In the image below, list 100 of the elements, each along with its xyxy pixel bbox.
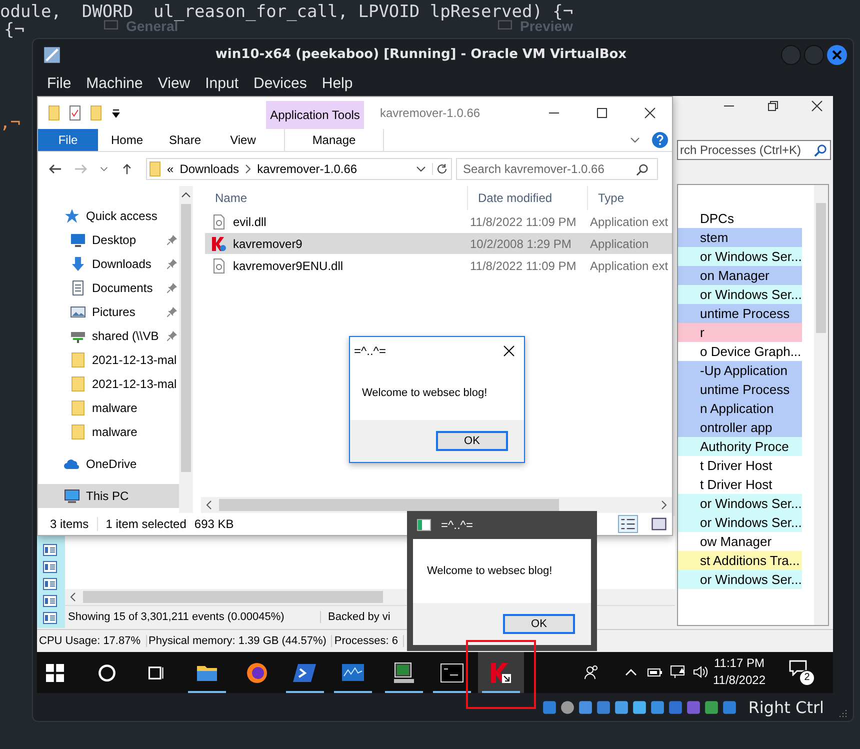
close-icon[interactable] [644, 107, 656, 119]
process-row[interactable]: or Windows Ser... [678, 285, 802, 304]
file-row[interactable]: kavremover9ENU.dll 11/8/2022 11:09 PM Application ext [205, 255, 672, 276]
close-icon[interactable] [503, 345, 515, 357]
process-row[interactable]: or Windows Ser... [678, 494, 802, 513]
process-row[interactable]: -Up Application [678, 361, 802, 380]
ribbon-tab[interactable]: File [38, 129, 98, 151]
nav-item[interactable]: Downloads [38, 252, 179, 276]
process-row[interactable]: or Windows Ser... [678, 513, 802, 532]
ribbon-tab[interactable]: Home [98, 129, 156, 151]
status-bar-icon[interactable] [632, 700, 648, 714]
help-icon[interactable] [652, 132, 668, 148]
chevron-down-icon[interactable] [100, 166, 108, 172]
nav-item[interactable]: malware [38, 396, 179, 420]
status-bar-icon[interactable] [542, 700, 558, 714]
status-bar-icon[interactable] [722, 700, 738, 714]
menu-item[interactable]: Machine [86, 74, 143, 92]
picture-icon [70, 304, 86, 320]
search-field[interactable]: rch Processes (Ctrl+K) [677, 140, 831, 160]
restore-icon[interactable] [767, 100, 779, 112]
process-row[interactable]: ontroller app [678, 418, 802, 437]
thumbnail-view-icon[interactable] [650, 516, 668, 532]
status-bar-icon[interactable] [578, 700, 594, 714]
vertical-scrollbar[interactable] [814, 185, 828, 625]
ribbon-tab[interactable]: Share [156, 129, 214, 151]
nav-item[interactable]: 2021-12-13-mal [38, 372, 179, 396]
nav-item[interactable]: Desktop [38, 228, 179, 252]
ribbon-tab[interactable]: View [214, 129, 272, 151]
process-row[interactable]: or Windows Ser... [678, 247, 802, 266]
ok-button[interactable]: OK [503, 614, 575, 634]
breadcrumb-overflow[interactable]: « [167, 162, 174, 176]
download-arrow-icon [70, 256, 86, 272]
back-arrow-icon[interactable] [48, 163, 62, 175]
column-header[interactable]: Name [205, 186, 468, 210]
nav-item[interactable]: OneDrive [38, 452, 179, 476]
process-row[interactable]: untime Process [678, 304, 802, 323]
nav-item[interactable]: Documents [38, 276, 179, 300]
status-bar-icon[interactable] [686, 700, 702, 714]
vertical-scrollbar[interactable] [179, 186, 193, 513]
process-row[interactable]: r [678, 323, 802, 342]
close-icon[interactable] [811, 100, 823, 112]
process-row[interactable]: untime Process [678, 380, 802, 399]
nav-item[interactable]: Pictures [38, 300, 179, 324]
checkmark-document-icon[interactable] [69, 105, 81, 121]
horizontal-scrollbar[interactable] [201, 497, 672, 513]
column-header[interactable]: Type [588, 186, 624, 210]
process-row[interactable]: on Manager [678, 266, 802, 285]
process-row[interactable]: st Additions Tra... [678, 551, 802, 570]
nav-item[interactable]: 2021-12-13-mal [38, 348, 179, 372]
address-bar[interactable]: « Downloads kavremover-1.0.66 [146, 158, 452, 180]
file-type: Application [590, 236, 649, 250]
file-name: kavremover9 [233, 236, 302, 250]
speaker-icon[interactable] [692, 664, 708, 680]
nav-item[interactable]: Quick access [38, 204, 179, 228]
menu-item[interactable]: Help [322, 74, 353, 92]
network-warning-icon[interactable] [670, 664, 686, 680]
windows-logo-icon[interactable] [46, 664, 64, 682]
status-bar-icon[interactable] [560, 700, 576, 714]
chevron-down-icon[interactable] [630, 137, 640, 143]
resize-grip-icon[interactable] [837, 707, 847, 717]
dialog-title: =^..^= [354, 344, 387, 358]
context-tab-header: Application Tools [266, 101, 364, 129]
menu-item[interactable]: View [158, 74, 190, 92]
details-view-icon[interactable] [618, 515, 638, 533]
taskbar-app[interactable] [478, 652, 524, 693]
clock[interactable]: 11:17 PM 11/8/2022 [713, 655, 766, 689]
chevron-down-icon[interactable] [416, 166, 426, 172]
breadcrumb[interactable]: kavremover-1.0.66 [257, 162, 358, 176]
status-bar-icon[interactable] [614, 700, 630, 714]
maximize-icon[interactable] [596, 107, 608, 119]
status-bar-icon[interactable] [704, 700, 720, 714]
folder-icon [70, 352, 86, 368]
status-bar-icon[interactable] [668, 700, 684, 714]
task-view-icon[interactable] [147, 664, 165, 682]
monitor-icon [104, 20, 118, 32]
breadcrumb[interactable]: Downloads [180, 162, 240, 176]
status-bar-icon[interactable] [650, 700, 666, 714]
menu-item[interactable]: File [47, 74, 72, 92]
file-row[interactable]: evil.dll 11/8/2022 11:09 PM Application ext [205, 211, 672, 232]
up-arrow-icon[interactable] [120, 163, 134, 175]
column-header[interactable]: Date modified [468, 186, 588, 210]
menu-item[interactable]: Input [205, 74, 238, 92]
nav-item[interactable]: This PC [38, 484, 179, 508]
ribbon-tab[interactable]: Manage [284, 129, 384, 151]
process-row[interactable]: Authority Proce [678, 437, 802, 456]
search-field[interactable]: Search kavremover-1.0.66 [456, 158, 658, 180]
process-row[interactable]: stem [678, 228, 802, 247]
process-row[interactable]: or Windows Ser... [678, 570, 802, 589]
ok-button[interactable]: OK [436, 431, 508, 451]
status-bar-icon[interactable] [596, 700, 612, 714]
menu-item[interactable]: Devices [254, 74, 307, 92]
nav-item[interactable]: malware [38, 420, 179, 444]
process-row[interactable]: n Application [678, 399, 802, 418]
dropdown-icon[interactable] [111, 108, 121, 118]
people-icon[interactable] [584, 664, 600, 680]
circle-icon[interactable] [98, 664, 116, 682]
folder-icon [70, 400, 86, 416]
file-row[interactable]: kavremover9 10/2/2008 1:29 PM Application [205, 233, 672, 254]
nav-item[interactable]: shared (\\VB [38, 324, 179, 348]
chevron-up-icon[interactable] [181, 192, 191, 198]
